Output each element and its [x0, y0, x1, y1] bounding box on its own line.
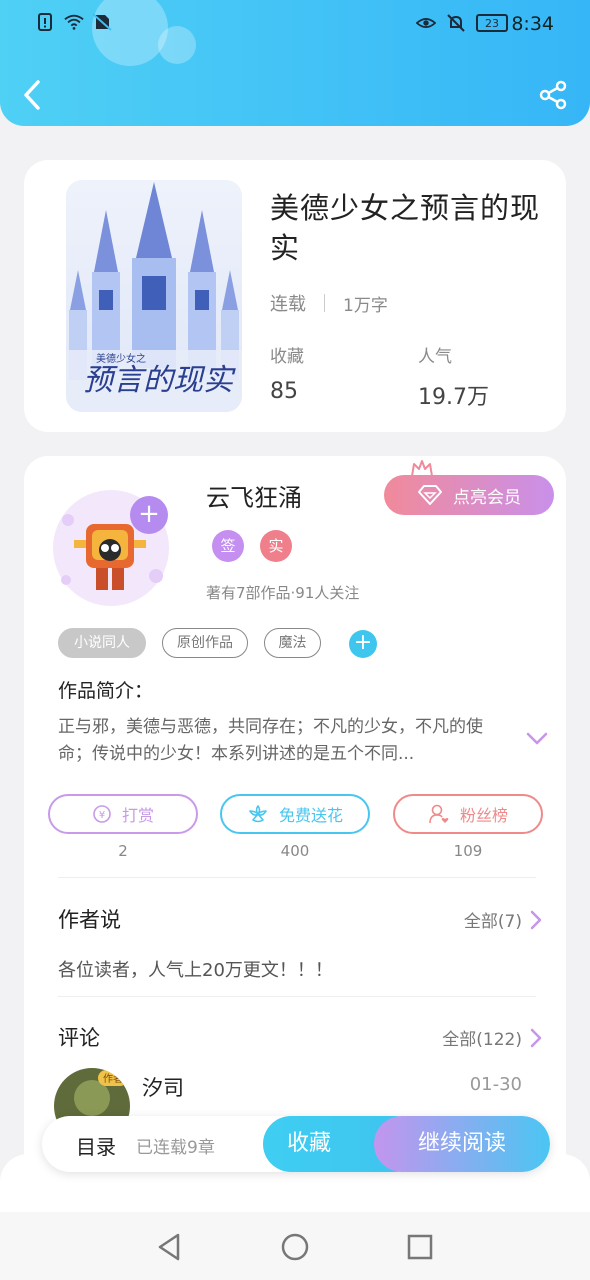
tip-label: 打赏	[121, 806, 154, 825]
castle-cover-illustration: 预言的现实 美德少女之	[66, 180, 242, 412]
chevron-left-icon[interactable]	[18, 78, 48, 112]
divider	[58, 877, 536, 878]
toc-button[interactable]: 目录	[76, 1131, 116, 1160]
continue-reading-button[interactable]: 继续阅读	[374, 1116, 550, 1172]
chevron-right-icon	[530, 910, 542, 929]
popularity-stat: 人气 19.7万	[418, 342, 489, 411]
mute-icon	[447, 14, 465, 32]
follow-plus-button[interactable]: +	[130, 496, 168, 534]
status-time: 8:34	[511, 13, 554, 35]
status-right-icons: 23	[416, 14, 508, 32]
fan-count: 109	[453, 842, 483, 860]
cover-subtitle-text: 美德少女之	[96, 352, 146, 365]
vip-button-label: 点亮会员	[453, 487, 521, 508]
battery-icon: 23	[476, 14, 508, 32]
tag-item[interactable]: 魔法	[264, 628, 321, 658]
status-bar: 23 8:34	[0, 0, 590, 50]
tag-item[interactable]: 小说同人	[58, 628, 146, 658]
comments-title: 评论	[58, 1026, 100, 1050]
flower-count: 400	[280, 842, 310, 860]
diamond-icon	[418, 485, 442, 505]
send-flower-button[interactable]: 免费送花	[220, 794, 370, 834]
fan-ranking-button[interactable]: 粉丝榜	[393, 794, 543, 834]
author-said-text: 各位读者，人气上20万更文！！！	[58, 960, 333, 981]
comment-username: 汐司	[142, 1076, 184, 1100]
wifi-icon	[64, 14, 84, 30]
book-word-count: 1万字	[343, 295, 388, 316]
tip-count: 2	[118, 842, 128, 860]
eye-icon	[416, 18, 436, 28]
expand-chevron-icon[interactable]	[526, 732, 548, 746]
favorites-value: 85	[270, 379, 298, 404]
comments-more-label: 全部(122)	[442, 1030, 522, 1050]
share-icon[interactable]	[538, 80, 568, 110]
svg-text:¥: ¥	[99, 810, 105, 821]
comment-date: 01-30	[469, 1074, 522, 1095]
comments-more-link[interactable]: 全部(122)	[442, 1025, 542, 1050]
favorites-stat: 收藏 85	[270, 342, 304, 404]
status-left-icons	[36, 13, 112, 31]
chevron-right-icon	[530, 1028, 542, 1047]
popularity-value: 19.7万	[418, 385, 489, 410]
coin-icon: ¥	[93, 805, 111, 823]
signed-badge: 签	[212, 530, 244, 562]
author-said-title: 作者说	[58, 908, 121, 932]
add-tag-button[interactable]: +	[349, 630, 377, 658]
book-title: 美德少女之预言的现实	[270, 191, 541, 265]
book-status: 连载	[270, 294, 306, 315]
bottom-action-bar: 目录 已连载9章 收藏 继续阅读	[42, 1116, 550, 1172]
no-sim-icon	[92, 13, 112, 31]
cover-title-text: 预言的现实	[83, 363, 236, 398]
sim-alert-icon	[38, 13, 52, 31]
fan-user-icon	[429, 804, 449, 824]
divider	[58, 996, 536, 997]
favorites-label: 收藏	[270, 347, 304, 367]
commenter-avatar-badge: 作者	[103, 1073, 123, 1085]
author-name: 云飞狂涌	[206, 484, 302, 512]
flower-icon	[249, 805, 267, 823]
system-nav-bar	[0, 1212, 590, 1280]
fan-ranking-label: 粉丝榜	[459, 806, 508, 825]
author-card: + 云飞狂涌 点亮会员 签 实 著有7部作品·91人关注 小说同人 原创作品 魔…	[24, 456, 566, 1216]
intro-label: 作品简介：	[58, 680, 154, 702]
tip-button[interactable]: ¥ 打赏	[48, 794, 198, 834]
author-said-more-link[interactable]: 全部(7)	[464, 907, 542, 932]
activate-vip-button[interactable]: 点亮会员	[384, 475, 554, 515]
chapter-count: 已连载9章	[136, 1138, 215, 1158]
top-header: 23 8:34	[0, 0, 590, 126]
verified-badge: 实	[260, 530, 292, 562]
intro-text: 正与邪，美德与恶德，共同存在；不凡的少女，不凡的使命；传说中的少女！本系列讲述的…	[58, 717, 483, 764]
recent-square-icon[interactable]	[405, 1232, 435, 1262]
book-cover[interactable]: 预言的现实 美德少女之	[66, 180, 242, 412]
home-circle-icon[interactable]	[280, 1232, 310, 1262]
popularity-label: 人气	[418, 347, 452, 367]
author-stats: 著有7部作品·91人关注	[206, 584, 360, 602]
book-meta: 连载 1万字	[270, 290, 388, 316]
book-info-card: 预言的现实 美德少女之 美德少女之预言的现实 连载 1万字 收藏 85 人气 1…	[24, 160, 566, 432]
send-flower-label: 免费送花	[278, 806, 343, 825]
back-triangle-icon[interactable]	[154, 1232, 184, 1262]
author-said-more-label: 全部(7)	[463, 912, 522, 932]
tag-item[interactable]: 原创作品	[162, 628, 248, 658]
divider	[324, 294, 325, 312]
